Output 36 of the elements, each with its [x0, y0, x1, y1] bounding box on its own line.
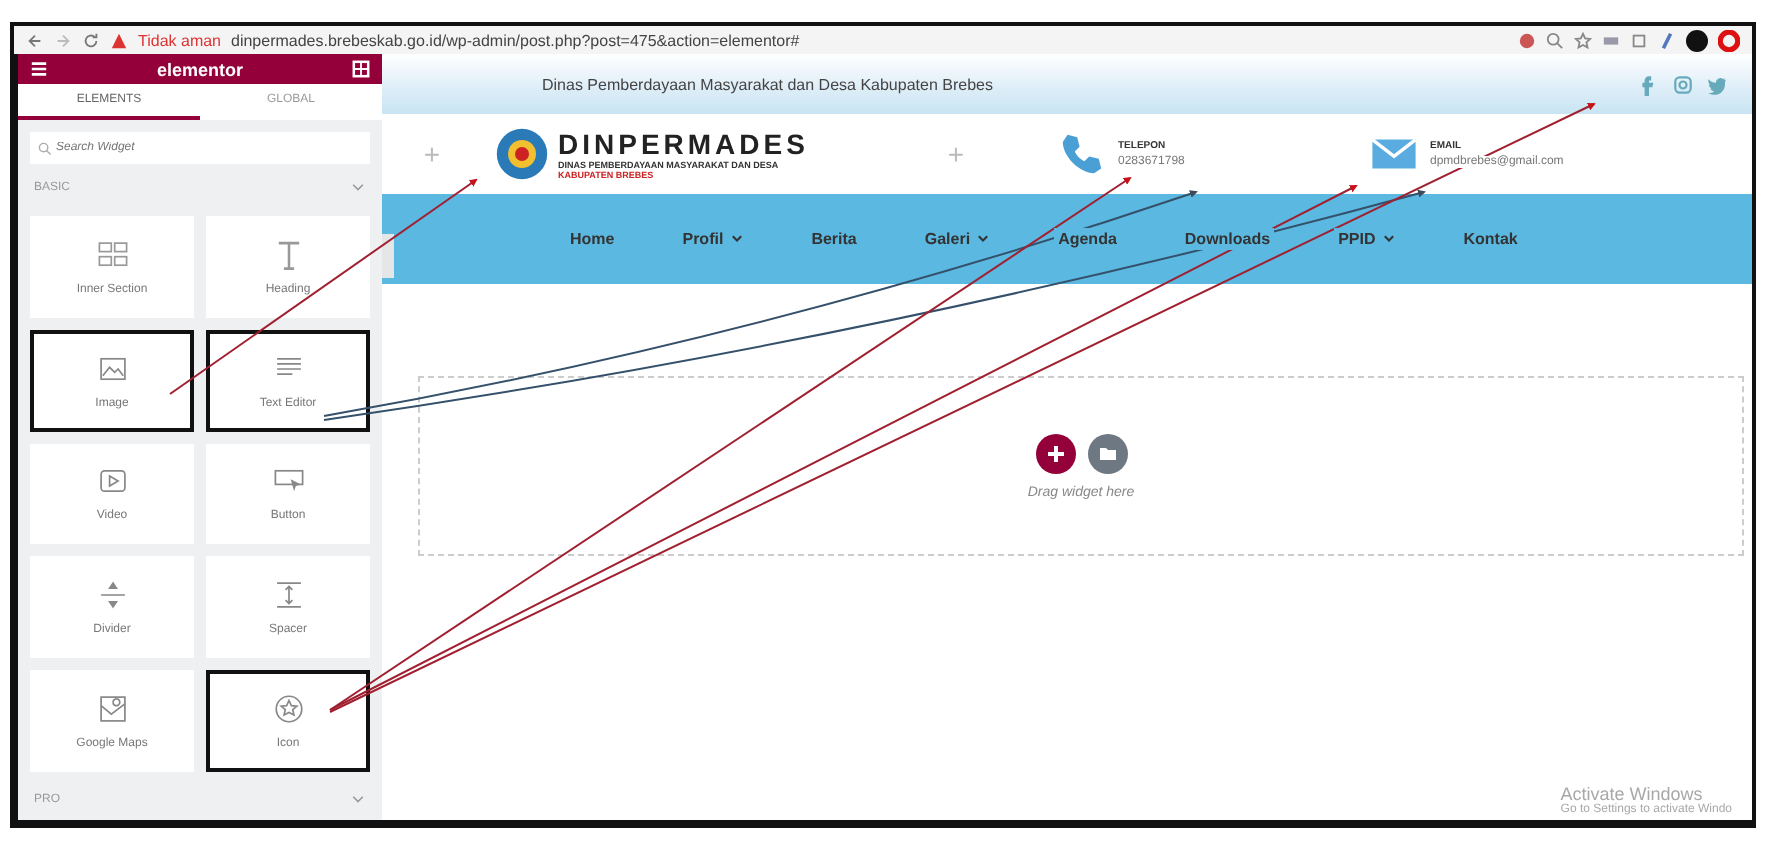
nav-item[interactable]: Profil [678, 228, 748, 250]
extension-icon[interactable] [1718, 29, 1740, 51]
chevron-down-icon[interactable] [350, 792, 366, 808]
chevron-down-icon[interactable] [350, 180, 366, 196]
nav-item[interactable]: Kontak [1459, 228, 1522, 250]
columns-icon [95, 237, 129, 272]
twitter-icon[interactable] [1706, 73, 1728, 95]
logo-name: DINPERMADES [558, 128, 809, 160]
search-icon [38, 141, 52, 155]
phone-icon [1058, 130, 1106, 178]
star-icon[interactable] [1574, 31, 1592, 49]
security-label: Tidak aman [138, 31, 221, 49]
nav-item[interactable]: PPID [1334, 228, 1400, 250]
add-section-icon[interactable] [1035, 433, 1075, 473]
spacer-icon [271, 578, 305, 613]
map-icon [95, 692, 129, 727]
divider-icon [95, 578, 129, 613]
zoom-icon[interactable] [1546, 31, 1564, 49]
back-icon[interactable] [26, 31, 44, 49]
emblem-icon [494, 126, 550, 182]
instagram-icon[interactable] [1672, 73, 1694, 95]
site-tagline: Dinas Pemberdayaan Masyarakat dan Desa Kabupaten Brebes [542, 75, 993, 93]
nav-item[interactable]: Home [566, 228, 619, 250]
panel-title: elementor [156, 59, 243, 79]
warning-icon [110, 31, 128, 49]
collapse-handle[interactable] [382, 234, 394, 278]
nav-item[interactable]: Agenda [1054, 228, 1121, 250]
nav-item[interactable]: Berita [807, 228, 861, 250]
grid-icon[interactable] [351, 60, 370, 78]
extension-icon[interactable] [1518, 31, 1536, 49]
menu-icon[interactable] [30, 60, 48, 78]
reload-icon[interactable] [82, 31, 100, 49]
folder-icon[interactable] [1087, 433, 1127, 473]
activation-notice: Activate Windows [1560, 784, 1703, 804]
address-bar[interactable]: dinpermades.brebeskab.go.id/wp-admin/post.php?post=475&action=elementor# [231, 31, 800, 49]
nav-item[interactable]: Downloads [1180, 228, 1275, 250]
